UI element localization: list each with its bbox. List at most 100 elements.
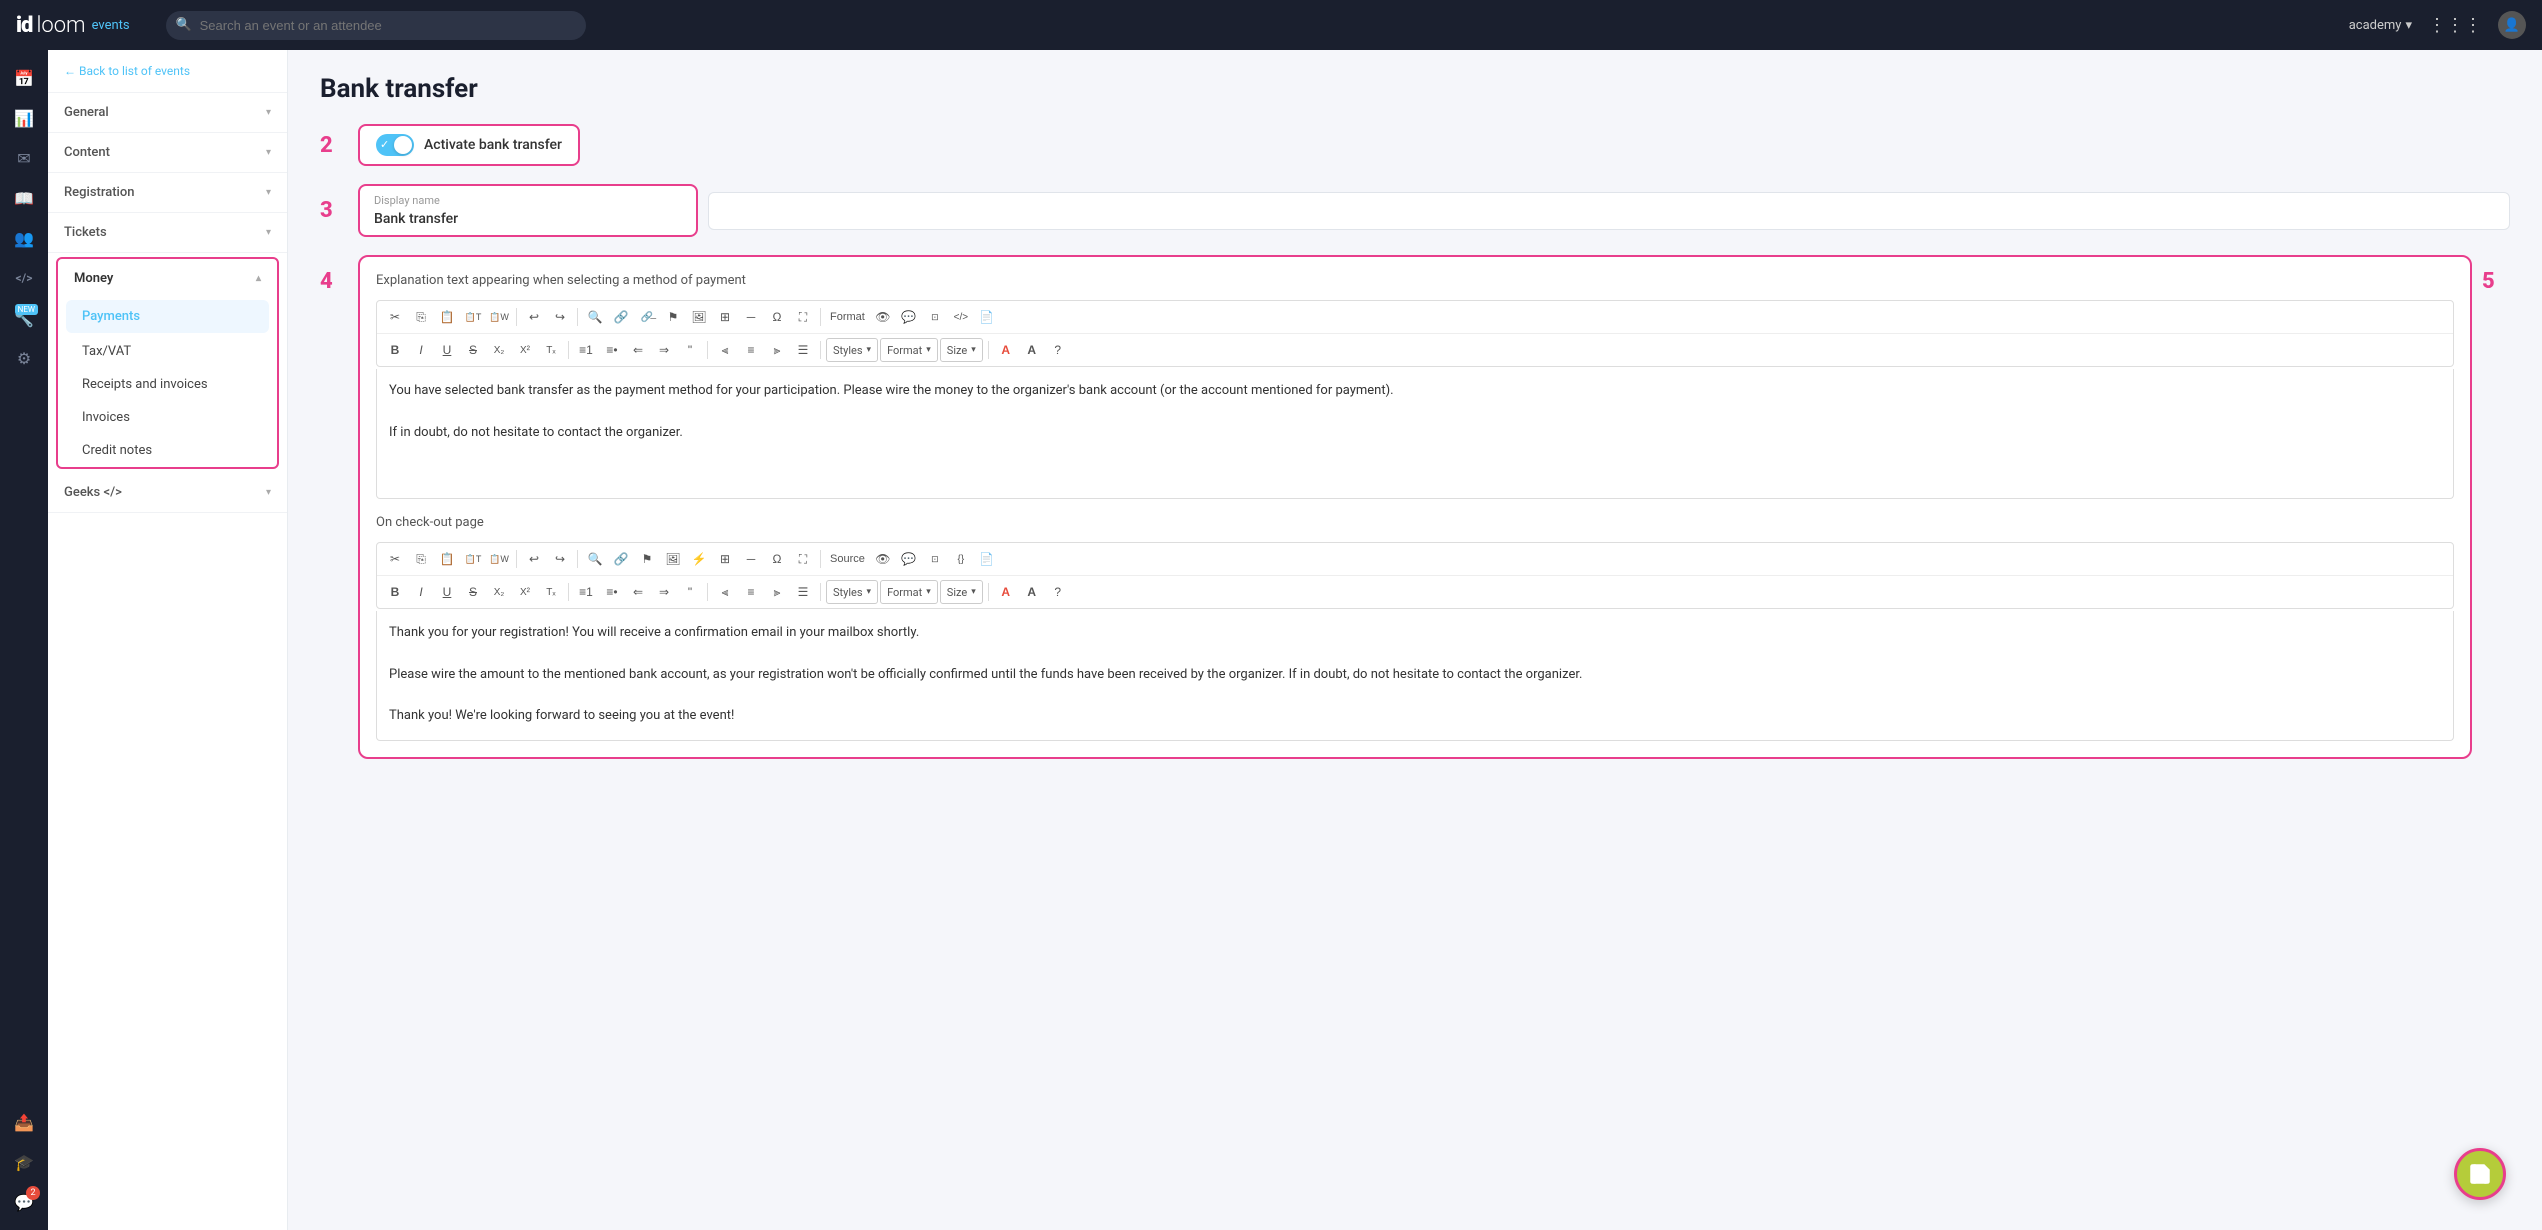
tb2-cut[interactable]: ✂ [383, 547, 407, 571]
nav-item-credit-notes[interactable]: Credit notes [58, 434, 277, 467]
tb2-flash[interactable]: ⚡ [687, 547, 711, 571]
tb-anchor[interactable]: ⚑ [661, 305, 685, 329]
tb-spell[interactable]: 💬 [897, 305, 921, 329]
nav-item-payments[interactable]: Payments [66, 300, 269, 333]
nav-item-receipts[interactable]: Receipts and invoices [58, 368, 277, 401]
tb2-codesnippet[interactable]: {} [949, 547, 973, 571]
tb2-subscript[interactable]: X₂ [487, 580, 511, 604]
tb-subscript[interactable]: X₂ [487, 338, 511, 362]
save-button[interactable] [2454, 1148, 2506, 1200]
tb-size-dropdown[interactable]: Size ▾ [940, 338, 983, 362]
tb2-copy[interactable]: ⎘ [409, 547, 433, 571]
tb-blockquote[interactable]: " [678, 338, 702, 362]
tb2-help[interactable]: ? [1046, 580, 1070, 604]
tb-table[interactable]: ⊞ [713, 305, 737, 329]
tb-preview[interactable]: 👁 [871, 305, 895, 329]
tb2-paste[interactable]: 📋 [435, 547, 459, 571]
tb-link[interactable]: 🔗 [609, 305, 633, 329]
tb2-bgcolor[interactable]: A [1020, 580, 1044, 604]
tb2-indent[interactable]: ⇒ [652, 580, 676, 604]
display-name-field[interactable]: Display name Bank transfer [358, 184, 698, 237]
tb2-blockquote[interactable]: " [678, 580, 702, 604]
tb2-undo[interactable]: ↩ [522, 547, 546, 571]
tb2-link[interactable]: 🔗 [609, 547, 633, 571]
tb-superscript[interactable]: X² [513, 338, 537, 362]
tb-italic[interactable]: I [409, 338, 433, 362]
tb2-fontcolor[interactable]: A [994, 580, 1018, 604]
tb-undo[interactable]: ↩ [522, 305, 546, 329]
tb-ul[interactable]: ≡• [600, 338, 624, 362]
nav-item-invoices[interactable]: Invoices [58, 401, 277, 434]
tb2-find[interactable]: 🔍 [583, 547, 607, 571]
sidebar-icon-settings[interactable]: ⚙ [8, 342, 40, 374]
tb2-hr[interactable]: ─ [739, 547, 763, 571]
activate-toggle[interactable]: ✓ [376, 134, 414, 156]
tb2-templates[interactable]: 📄 [975, 547, 999, 571]
nav-tickets-header[interactable]: Tickets ▾ [48, 213, 287, 252]
tb2-selectall[interactable]: ⊡ [923, 547, 947, 571]
tb2-special-char[interactable]: Ω [765, 547, 789, 571]
tb-redo[interactable]: ↪ [548, 305, 572, 329]
tb-indent[interactable]: ⇒ [652, 338, 676, 362]
tb2-ol[interactable]: ≡1 [574, 580, 598, 604]
tb-format-dropdown[interactable]: Format ▾ [880, 338, 938, 362]
nav-general-header[interactable]: General ▾ [48, 93, 287, 132]
tb2-bold[interactable]: B [383, 580, 407, 604]
grid-icon[interactable]: ⋮⋮⋮ [2428, 15, 2482, 36]
tb-styles-dropdown[interactable]: Styles ▾ [826, 338, 878, 362]
tb-paste-text[interactable]: 📋T [461, 305, 485, 329]
nav-content-header[interactable]: Content ▾ [48, 133, 287, 172]
tb2-image[interactable]: 🖼 [661, 547, 685, 571]
sidebar-icon-code[interactable]: </> [8, 262, 40, 294]
sidebar-icon-chat[interactable]: 💬2 [8, 1186, 40, 1218]
user-menu[interactable]: academy ▾ [2349, 18, 2412, 33]
tb-copy[interactable]: ⎘ [409, 305, 433, 329]
tb-unlink[interactable]: 🔗̶ [635, 305, 659, 329]
tb2-strike[interactable]: S [461, 580, 485, 604]
search-input[interactable] [166, 11, 586, 40]
tb2-alignleft[interactable]: ⫷ [713, 580, 737, 604]
sidebar-icon-chart[interactable]: 📊 [8, 102, 40, 134]
tb2-outdent[interactable]: ⇐ [626, 580, 650, 604]
search-bar[interactable]: 🔍 [166, 11, 586, 40]
back-to-events[interactable]: ← Back to list of events [48, 50, 287, 93]
tb-strike[interactable]: S [461, 338, 485, 362]
tb-maximize[interactable]: ⛶ [791, 305, 815, 329]
tb-cut[interactable]: ✂ [383, 305, 407, 329]
tb-bold[interactable]: B [383, 338, 407, 362]
tb2-anchor[interactable]: ⚑ [635, 547, 659, 571]
tb-source[interactable]: Format [826, 305, 869, 329]
tb-aligncenter[interactable]: ≡ [739, 338, 763, 362]
tb-alignleft[interactable]: ⫷ [713, 338, 737, 362]
tb-help[interactable]: ? [1046, 338, 1070, 362]
tb-image[interactable]: 🖼 [687, 305, 711, 329]
tb2-maximize[interactable]: ⛶ [791, 547, 815, 571]
nav-item-taxvat[interactable]: Tax/VAT [58, 335, 277, 368]
tb-templates[interactable]: 📄 [975, 305, 999, 329]
tb-selectall[interactable]: ⊡ [923, 305, 947, 329]
tb-html[interactable]: </> [949, 305, 973, 329]
tb-underline[interactable]: U [435, 338, 459, 362]
tb2-paste-word[interactable]: 📋W [487, 547, 511, 571]
tb2-spell[interactable]: 💬 [897, 547, 921, 571]
avatar[interactable]: 👤 [2498, 11, 2526, 39]
tb2-removeformat[interactable]: Tₓ [539, 580, 563, 604]
sidebar-icon-tools[interactable]: 🔧NEW [8, 302, 40, 334]
tb2-alignjustify[interactable]: ☰ [791, 580, 815, 604]
tb-alignright[interactable]: ⫸ [765, 338, 789, 362]
tb2-ul[interactable]: ≡• [600, 580, 624, 604]
sidebar-icon-book[interactable]: 📖 [8, 182, 40, 214]
nav-money-header[interactable]: Money ▴ [58, 259, 277, 298]
tb2-redo[interactable]: ↪ [548, 547, 572, 571]
tb-ol[interactable]: ≡1 [574, 338, 598, 362]
sidebar-icon-calendar[interactable]: 📅 [8, 62, 40, 94]
tb2-superscript[interactable]: X² [513, 580, 537, 604]
tb-paste-word[interactable]: 📋W [487, 305, 511, 329]
tb2-styles-dropdown[interactable]: Styles ▾ [826, 580, 878, 604]
tb-special-char[interactable]: Ω [765, 305, 789, 329]
tb2-table[interactable]: ⊞ [713, 547, 737, 571]
tb2-paste-text[interactable]: 📋T [461, 547, 485, 571]
sidebar-icon-people[interactable]: 👥 [8, 222, 40, 254]
tb-removeformat[interactable]: Tₓ [539, 338, 563, 362]
nav-geeks-header[interactable]: Geeks </> ▾ [48, 473, 287, 512]
